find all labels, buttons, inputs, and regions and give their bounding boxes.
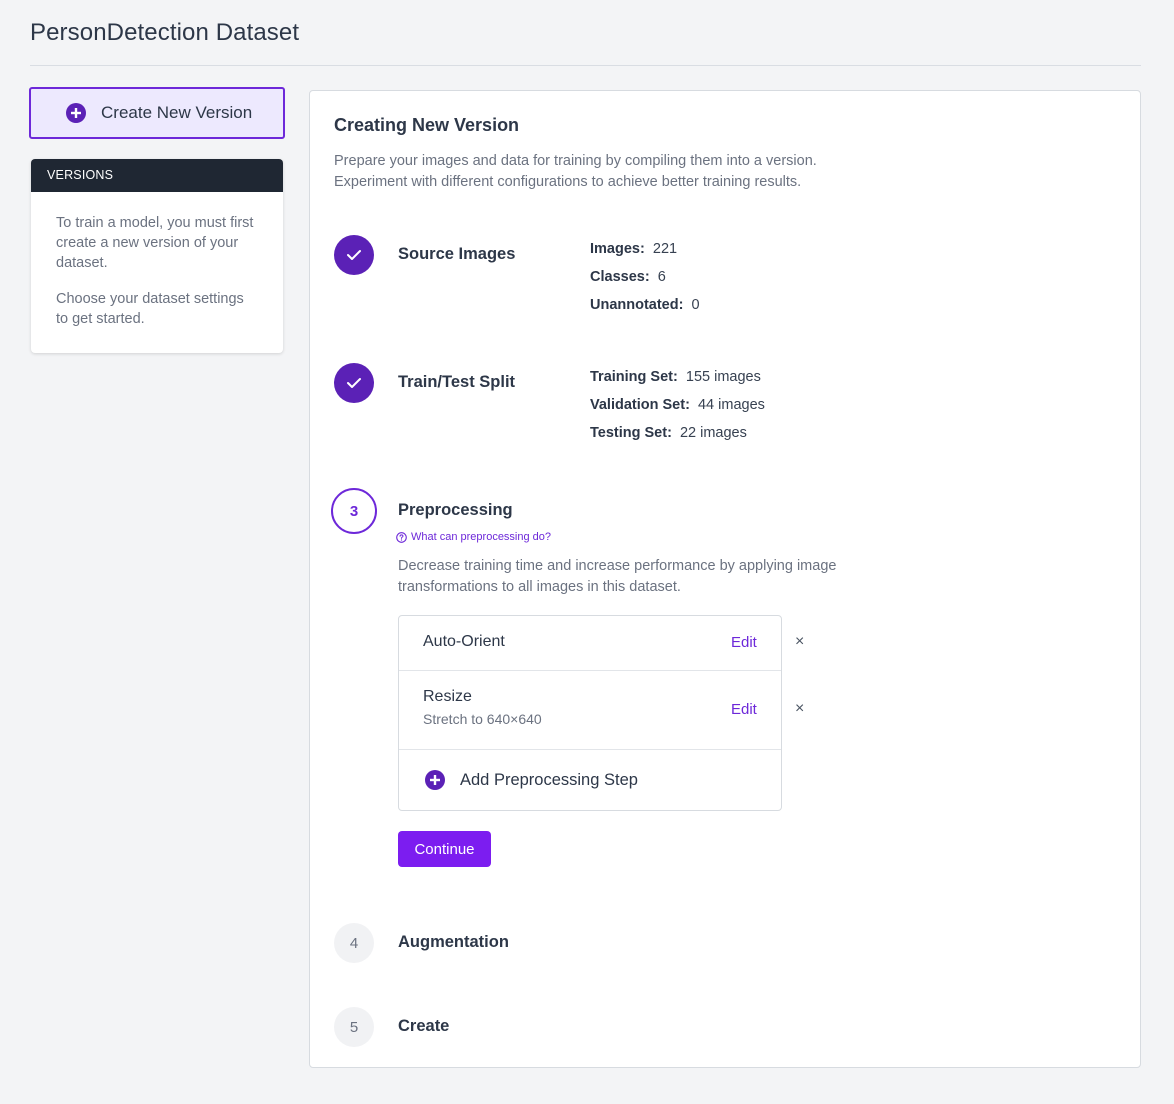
step-preprocessing-title: Preprocessing	[398, 501, 513, 519]
preprocessing-step-name: Resize	[423, 688, 472, 705]
plus-circle-icon	[425, 770, 445, 790]
remove-resize-icon[interactable]: ×	[795, 700, 804, 718]
versions-hint-text: Choose your dataset settings to get star…	[56, 291, 244, 327]
stat-label: Training Set:	[590, 369, 678, 385]
edit-resize-button[interactable]: Edit	[731, 701, 757, 718]
step-create-title: Create	[398, 1017, 450, 1035]
stat-label: Unannotated:	[590, 297, 684, 313]
step-source-title: Source Images	[398, 245, 516, 263]
panel-heading: Creating New Version	[334, 115, 520, 135]
step-augmentation-number[interactable]: 4	[334, 923, 374, 963]
versions-empty-text: To train a model, you must first create …	[56, 215, 254, 271]
step-preprocessing-number[interactable]: 3	[331, 488, 377, 534]
add-preprocessing-row: Add Preprocessing Step	[399, 750, 781, 810]
preprocessing-help-link[interactable]: What can preprocessing do?	[396, 531, 551, 543]
preprocessing-description-line: Decrease training time and increase perf…	[398, 558, 837, 574]
split-stat-testing: Testing Set: 22 images	[590, 425, 747, 441]
source-stat-classes: Classes: 6	[590, 269, 666, 285]
preprocessing-description: Decrease training time and increase perf…	[398, 556, 836, 598]
split-stat-training: Training Set: 155 images	[590, 369, 761, 385]
panel-description-line: Prepare your images and data for trainin…	[334, 153, 817, 169]
stat-label: Classes:	[590, 269, 650, 285]
preprocessing-step-name: Auto-Orient	[423, 633, 505, 650]
step-create-number[interactable]: 5	[334, 1007, 374, 1047]
plus-circle-icon	[66, 103, 86, 123]
help-link-label: What can preprocessing do?	[411, 531, 552, 543]
source-stat-images: Images: 221	[590, 241, 677, 257]
checkmark-icon	[347, 250, 361, 260]
preprocessing-step-auto-orient: Auto-Orient Edit	[399, 616, 781, 671]
versions-heading: VERSIONS	[31, 159, 283, 192]
preprocessing-step-resize: Resize Stretch to 640×640 Edit	[399, 671, 781, 750]
stat-value: 221	[652, 241, 678, 257]
stat-value: 22 images	[679, 425, 747, 441]
continue-button[interactable]: Continue	[398, 831, 491, 867]
checkmark-icon	[347, 378, 361, 388]
add-preprocessing-step-label: Add Preprocessing Step	[460, 770, 638, 789]
preprocessing-steps-list: Auto-Orient Edit Resize Stretch to 640×6…	[398, 615, 782, 811]
edit-auto-orient-button[interactable]: Edit	[731, 634, 757, 651]
stat-value: 6	[657, 269, 666, 285]
source-stat-unannotated: Unannotated: 0	[590, 297, 700, 313]
create-new-version-label: Create New Version	[101, 103, 253, 122]
stat-value: 44 images	[697, 397, 765, 413]
versions-card: VERSIONS To train a model, you must firs…	[31, 159, 283, 353]
stat-label: Validation Set:	[590, 397, 690, 413]
step-split-check[interactable]	[334, 363, 374, 403]
step-split-title: Train/Test Split	[398, 373, 516, 391]
help-circle-icon	[396, 531, 407, 543]
panel-description: Prepare your images and data for trainin…	[334, 151, 817, 193]
create-new-version-button[interactable]: Create New Version	[29, 87, 285, 139]
stat-label: Testing Set:	[590, 425, 672, 441]
panel-description-line: Experiment with different configurations…	[334, 174, 802, 190]
stat-value: 0	[691, 297, 700, 313]
stat-label: Images:	[590, 241, 645, 257]
title-divider	[30, 65, 1141, 66]
step-source-check[interactable]	[334, 235, 374, 275]
main-panel: Creating New Version Prepare your images…	[309, 90, 1141, 1068]
page-title: PersonDetection Dataset	[30, 19, 300, 46]
preprocessing-step-detail: Stretch to 640×640	[423, 711, 542, 727]
stat-value: 155 images	[685, 369, 761, 385]
add-preprocessing-step-button[interactable]: Add Preprocessing Step	[425, 770, 638, 790]
split-stat-validation: Validation Set: 44 images	[590, 397, 765, 413]
step-augmentation-title: Augmentation	[398, 933, 509, 951]
remove-auto-orient-icon[interactable]: ×	[795, 633, 804, 651]
preprocessing-description-line: transformations to all images in this da…	[398, 579, 681, 595]
